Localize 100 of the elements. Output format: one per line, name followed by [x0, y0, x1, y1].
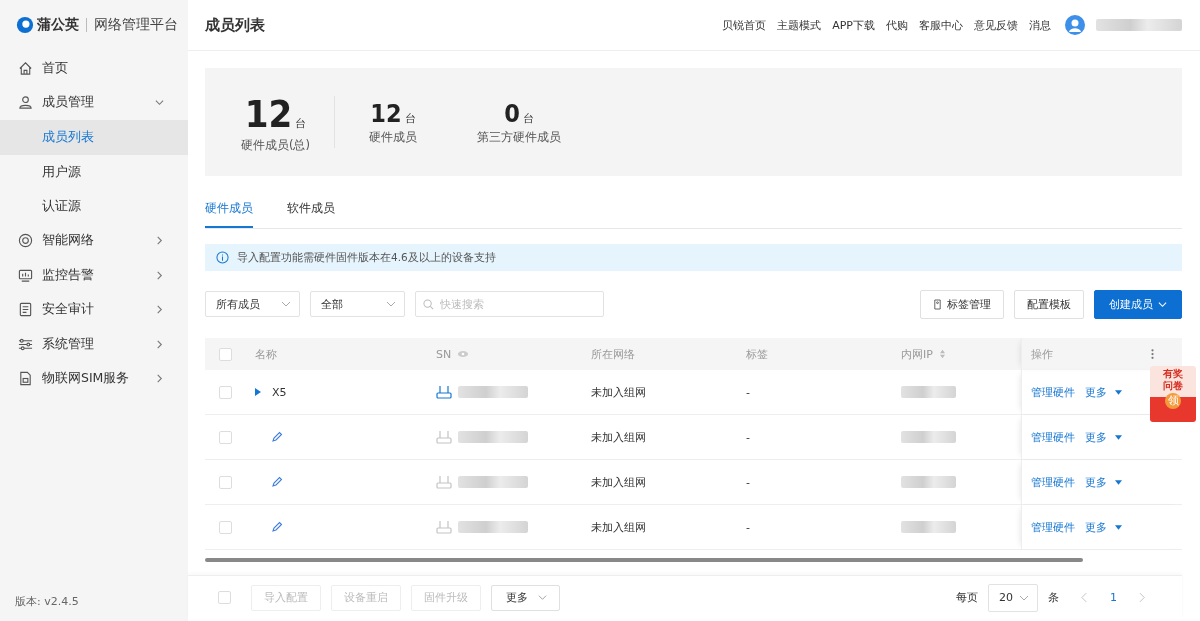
sidebar-subitem[interactable]: 成员列表 — [0, 120, 188, 155]
sidebar-item[interactable]: 首页 — [0, 51, 188, 86]
row-checkbox[interactable] — [219, 385, 232, 399]
select-all-checkbox[interactable] — [219, 347, 232, 361]
member-name: X5 — [272, 385, 287, 399]
blurred-ip — [901, 521, 956, 533]
version-label: 版本: v2.4.5 — [14, 594, 80, 610]
page-number[interactable]: 1 — [1110, 591, 1117, 604]
row-checkbox[interactable] — [219, 430, 232, 444]
chevron-icon — [155, 236, 164, 246]
stat-unit: 台 — [522, 111, 534, 126]
blurred-serial — [458, 386, 528, 398]
column-header: 操作 — [1031, 346, 1053, 362]
stat-value: 0 — [504, 99, 520, 128]
sidebar-subitem[interactable]: 用户源 — [0, 154, 188, 189]
sim-card-icon — [18, 371, 33, 387]
home-icon — [18, 60, 33, 76]
sidebar-item[interactable]: 系统管理 — [0, 327, 188, 362]
tag-cell: - — [746, 385, 750, 399]
manage-hardware-link[interactable]: 管理硬件 — [1031, 384, 1075, 400]
config-template-button[interactable]: 配置模板 — [1014, 289, 1084, 319]
page-size-select[interactable]: 20 — [988, 583, 1038, 612]
blurred-ip — [901, 431, 956, 443]
caret-icon[interactable] — [1115, 389, 1122, 395]
sliders-icon — [18, 336, 33, 352]
header-link[interactable]: 消息 — [1029, 17, 1051, 33]
prev-page-icon[interactable] — [1081, 592, 1088, 603]
member-select[interactable]: 所有成员 — [205, 291, 300, 317]
ring-icon — [18, 233, 33, 249]
survey-promo-badge[interactable]: 有奖问卷 领 — [1150, 366, 1196, 422]
logo-icon — [16, 16, 34, 34]
blurred-serial — [458, 521, 528, 533]
search-icon — [423, 298, 434, 310]
stat-unit: 台 — [295, 115, 307, 131]
stat-label: 硬件成员(总) — [241, 137, 310, 153]
row-checkbox[interactable] — [219, 475, 232, 489]
edit-icon[interactable] — [271, 431, 283, 443]
network-cell: 未加入组网 — [591, 474, 646, 490]
manage-hardware-link[interactable]: 管理硬件 — [1031, 429, 1075, 445]
avatar-icon[interactable] — [1065, 15, 1085, 35]
tag-manage-button[interactable]: 标签管理 — [920, 289, 1004, 319]
sort-icon[interactable] — [938, 349, 946, 359]
per-page-label: 每页 — [956, 590, 978, 605]
next-page-icon[interactable] — [1139, 592, 1146, 603]
edit-icon[interactable] — [271, 476, 283, 488]
blurred-serial — [458, 431, 528, 443]
header-link[interactable]: 代购 — [886, 17, 908, 33]
stat-value: 12 — [244, 91, 293, 136]
caret-icon[interactable] — [1115, 479, 1122, 485]
chevron-icon — [155, 374, 164, 384]
horizontal-scrollbar[interactable] — [205, 558, 1083, 562]
column-header: 标签 — [746, 346, 768, 362]
header-link[interactable]: 客服中心 — [919, 17, 963, 33]
header-link[interactable]: 意见反馈 — [974, 17, 1018, 33]
status-select[interactable]: 全部 — [310, 291, 405, 317]
header-link[interactable]: 主题模式 — [777, 17, 822, 33]
network-cell: 未加入组网 — [591, 384, 646, 400]
more-link[interactable]: 更多 — [1085, 429, 1107, 445]
more-link[interactable]: 更多 — [1085, 474, 1107, 490]
create-member-button[interactable]: 创建成员 — [1094, 289, 1182, 319]
column-header: 所在网络 — [591, 346, 635, 362]
sidebar-subitem[interactable]: 认证源 — [0, 189, 188, 224]
sidebar-item[interactable]: 物联网SIM服务 — [0, 361, 188, 396]
chevron-icon — [155, 339, 164, 349]
more-vertical-icon[interactable] — [1151, 348, 1154, 360]
manage-hardware-link[interactable]: 管理硬件 — [1031, 519, 1075, 535]
chevron-down-icon — [386, 299, 396, 309]
more-button[interactable]: 更多 — [491, 584, 560, 611]
sidebar-item[interactable]: 安全审计 — [0, 292, 188, 327]
header-link[interactable]: APP下载 — [832, 17, 875, 33]
edit-icon[interactable] — [271, 521, 283, 533]
row-checkbox[interactable] — [219, 520, 232, 534]
eye-icon[interactable] — [457, 350, 470, 358]
notice-text: 导入配置功能需硬件固件版本在4.6及以上的设备支持 — [237, 250, 496, 265]
tag-cell: - — [746, 520, 750, 534]
promo-claim: 领 — [1165, 393, 1181, 409]
stat-unit: 台 — [404, 111, 416, 126]
sidebar-item[interactable]: 监控告警 — [0, 258, 188, 293]
tab[interactable]: 软件成员 — [287, 200, 335, 228]
header-link[interactable]: 贝锐首页 — [722, 17, 767, 33]
blurred-ip — [901, 476, 956, 488]
tab[interactable]: 硬件成员 — [205, 200, 253, 228]
caret-icon[interactable] — [1115, 434, 1122, 440]
tag-icon — [933, 298, 942, 310]
caret-icon[interactable] — [1115, 524, 1122, 530]
stat-value: 12 — [370, 99, 402, 128]
user-icon — [18, 95, 33, 111]
more-link[interactable]: 更多 — [1085, 384, 1107, 400]
column-header: SN — [436, 347, 452, 361]
footer-checkbox[interactable] — [218, 591, 231, 604]
expand-triangle-icon[interactable] — [255, 388, 261, 396]
more-link[interactable]: 更多 — [1085, 519, 1107, 535]
tag-cell: - — [746, 475, 750, 489]
sidebar-item[interactable]: 智能网络 — [0, 223, 188, 258]
manage-hardware-link[interactable]: 管理硬件 — [1031, 474, 1075, 490]
chevron-down-icon — [1158, 299, 1167, 309]
network-cell: 未加入组网 — [591, 519, 646, 535]
network-cell: 未加入组网 — [591, 429, 646, 445]
search-field[interactable]: 快速搜索 — [415, 291, 604, 317]
sidebar-item[interactable]: 成员管理 — [0, 85, 188, 120]
